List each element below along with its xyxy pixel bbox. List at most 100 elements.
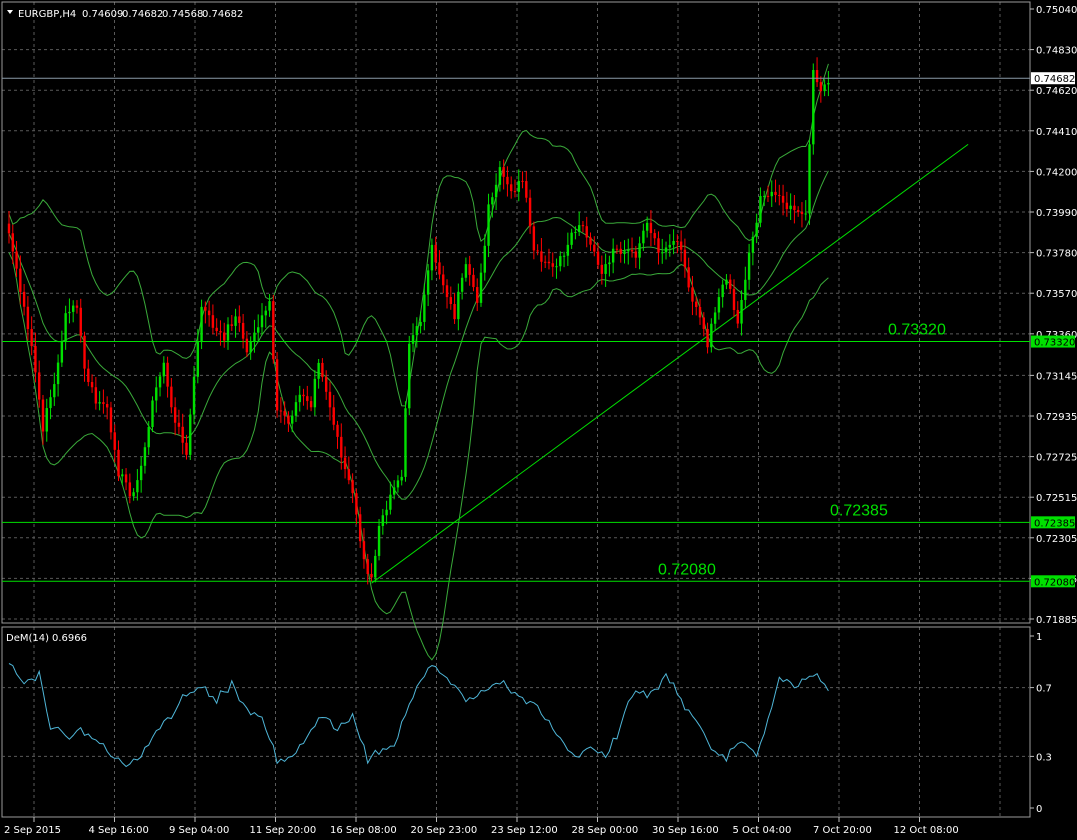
candle-body — [528, 197, 532, 227]
candle-body — [706, 328, 709, 348]
candle-body — [479, 272, 483, 303]
current-price-tag: 0.74682 — [1031, 72, 1075, 85]
candle-body — [494, 184, 498, 198]
candle-body — [128, 482, 132, 497]
candle-body — [26, 306, 30, 330]
candle-body — [90, 382, 94, 388]
price-tick-label: 0.73780 — [1036, 249, 1077, 260]
candle-body — [449, 297, 452, 304]
candle-body — [759, 195, 762, 223]
candle-body — [502, 167, 505, 177]
candle-body — [377, 526, 381, 556]
candle-body — [30, 329, 33, 347]
time-tick-label: 4 Sep 16:00 — [89, 825, 149, 836]
candle-body — [815, 70, 819, 83]
candle-body — [755, 222, 758, 237]
candle-body — [725, 279, 728, 285]
candle-body — [411, 335, 415, 344]
candle-body — [245, 338, 249, 353]
candle-body — [249, 341, 252, 353]
time-tick-label: 12 Oct 08:00 — [894, 825, 959, 836]
candle-body — [827, 83, 830, 85]
candle-body — [75, 305, 79, 308]
price-tick-label: 0.73145 — [1036, 371, 1077, 382]
candle-body — [294, 402, 298, 416]
candle-body — [328, 391, 332, 408]
candle-body — [460, 277, 464, 292]
candle-body — [476, 287, 479, 303]
candle-body — [113, 432, 116, 450]
candle-body — [472, 274, 475, 288]
candle-body — [264, 310, 267, 316]
candle-body — [513, 191, 517, 193]
indicator-name: DeM(14) — [6, 633, 49, 644]
candle-body — [430, 244, 434, 271]
candle-body — [181, 426, 184, 443]
candle-body — [819, 82, 823, 92]
candle-body — [204, 306, 207, 311]
candle-body — [521, 180, 524, 182]
candle-body — [744, 279, 747, 300]
time-tick-label: 5 Oct 04:00 — [733, 825, 792, 836]
candle-body — [543, 261, 547, 263]
candle-body — [257, 327, 260, 333]
candle-body — [668, 244, 671, 248]
candle-body — [64, 313, 67, 342]
candle-body — [608, 262, 611, 265]
candle-body — [532, 226, 536, 251]
candle-body — [487, 204, 490, 246]
price-tick-label: 0.74200 — [1036, 167, 1077, 178]
candle-body — [645, 222, 649, 231]
candle-body — [423, 294, 426, 322]
candle-body — [389, 494, 392, 510]
low-value: 0.74568 — [162, 9, 203, 20]
candle-body — [698, 307, 702, 318]
candle-body — [234, 316, 237, 326]
candle-body — [740, 299, 743, 324]
candle-body — [577, 225, 581, 232]
candle-body — [38, 372, 41, 400]
candle-body — [291, 415, 294, 424]
candle-body — [15, 251, 18, 269]
time-tick-label: 23 Sep 12:00 — [491, 825, 558, 836]
candle-body — [434, 244, 437, 263]
price-tick-label: 0.74410 — [1036, 127, 1077, 138]
candle-body — [517, 180, 520, 192]
candle-body — [166, 362, 169, 387]
candle-body — [793, 205, 796, 211]
candle-body — [7, 223, 11, 234]
candle-body — [374, 555, 377, 578]
candle-body — [600, 264, 604, 274]
candle-body — [555, 266, 558, 268]
candle-body — [547, 261, 551, 264]
candle-body — [796, 210, 800, 213]
candle-body — [358, 514, 362, 542]
candle-body — [158, 376, 162, 388]
candle-body — [351, 480, 354, 494]
price-tick-label: 0.73570 — [1036, 289, 1077, 300]
candle-body — [336, 424, 339, 437]
candle-body — [396, 480, 400, 488]
candle-body — [79, 307, 82, 336]
candle-body — [223, 332, 226, 341]
candle-body — [717, 297, 721, 313]
candle-body — [464, 264, 468, 278]
candle-body — [385, 509, 388, 516]
candle-body — [283, 411, 286, 416]
candle-body — [623, 251, 626, 254]
candle-body — [215, 327, 218, 332]
time-tick-label: 11 Sep 20:00 — [250, 825, 317, 836]
candle-body — [823, 84, 826, 92]
symbol-label: EURGBP,H4 — [18, 9, 76, 20]
demarker-tick-label: 0 — [1036, 804, 1042, 815]
candle-body — [177, 422, 181, 427]
candle-body — [309, 401, 313, 408]
candle-body — [404, 408, 407, 477]
candle-body — [691, 287, 694, 302]
candle-body — [132, 492, 135, 497]
candle-body — [672, 241, 675, 245]
trading-chart[interactable]: 0.73320 0.72385 0.72080 EURGBP,H4 0.74609 … — [0, 0, 1077, 840]
candle-body — [121, 474, 124, 477]
candle-body — [804, 213, 807, 215]
candle-body — [778, 195, 781, 197]
